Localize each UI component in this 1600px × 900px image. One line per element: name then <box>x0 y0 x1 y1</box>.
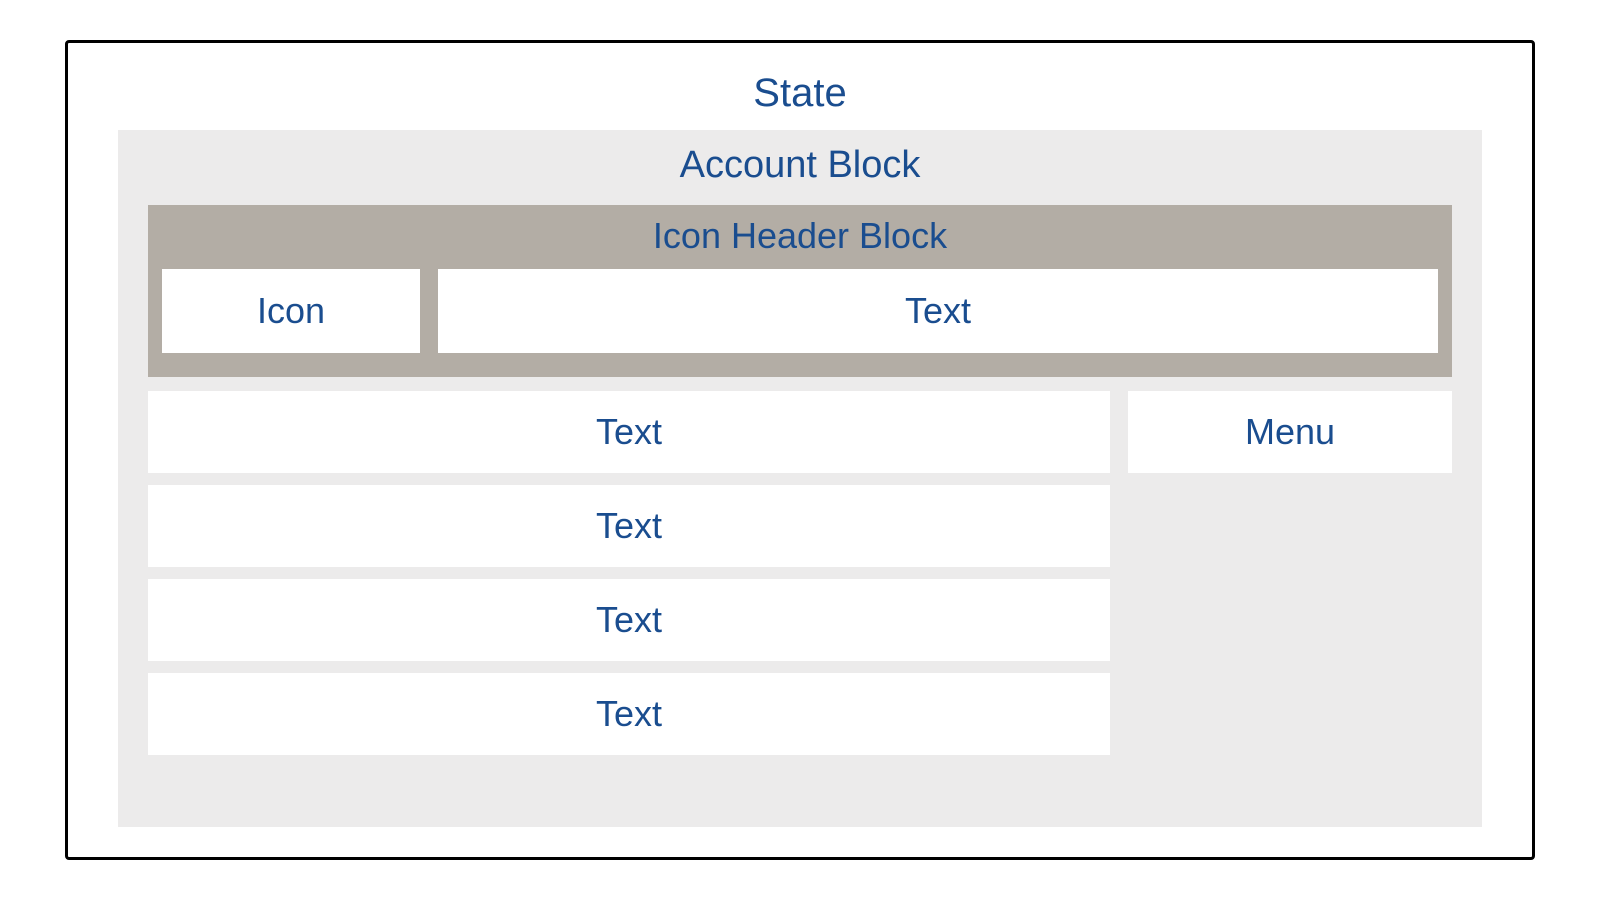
text-placeholder: Text <box>148 485 1110 567</box>
text-placeholder: Text <box>148 391 1110 473</box>
row-with-menu: Text Menu <box>148 391 1452 473</box>
menu-placeholder[interactable]: Menu <box>1128 391 1452 473</box>
icon-header-block: Icon Header Block Icon Text <box>148 205 1452 377</box>
text-placeholder: Text <box>148 673 1110 755</box>
icon-placeholder: Icon <box>162 269 420 353</box>
row: Text <box>148 673 1452 755</box>
icon-header-row: Icon Text <box>162 269 1438 353</box>
account-block-title: Account Block <box>118 130 1482 205</box>
icon-header-block-title: Icon Header Block <box>162 205 1438 269</box>
row: Text <box>148 485 1452 567</box>
state-title: State <box>118 63 1482 130</box>
text-placeholder: Text <box>148 579 1110 661</box>
state-frame: State Account Block Icon Header Block Ic… <box>65 40 1535 860</box>
account-block: Account Block Icon Header Block Icon Tex… <box>118 130 1482 827</box>
rows-area: Text Menu Text Text Text <box>148 391 1452 827</box>
header-text-placeholder: Text <box>438 269 1438 353</box>
row: Text <box>148 579 1452 661</box>
